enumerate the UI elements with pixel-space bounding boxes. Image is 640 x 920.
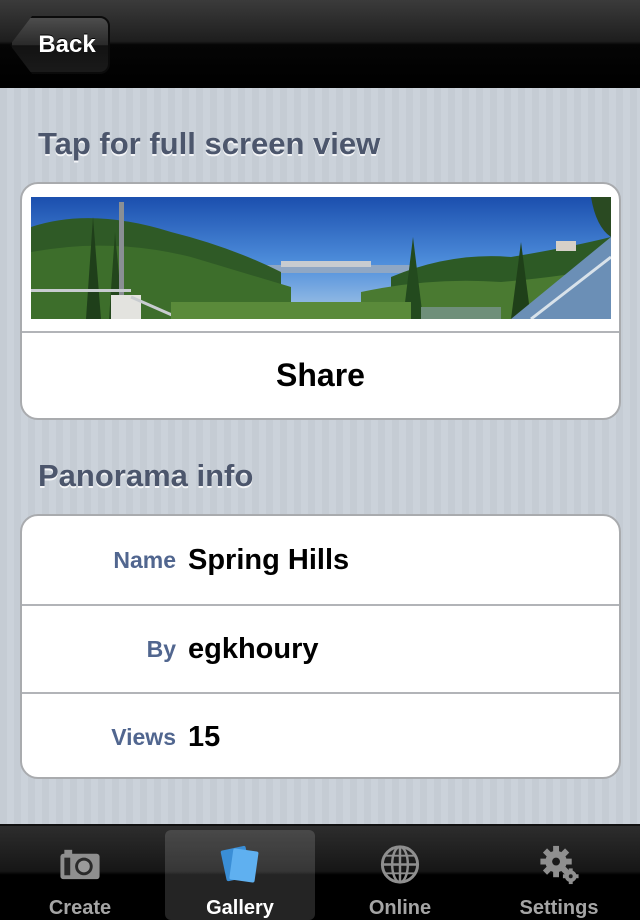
- section-header-info: Panorama info: [38, 458, 254, 493]
- info-value: egkhoury: [188, 632, 319, 665]
- info-value: 15: [188, 720, 221, 753]
- globe-icon: [380, 845, 420, 884]
- tab-settings[interactable]: Settings: [484, 830, 634, 920]
- gallery-icon: [220, 845, 259, 883]
- share-button[interactable]: Share: [22, 333, 619, 418]
- info-row-views: Views 15: [22, 692, 619, 777]
- section-header-fullscreen: Tap for full screen view: [38, 126, 381, 161]
- back-button[interactable]: Back: [10, 16, 110, 74]
- panorama-group: Share: [20, 182, 621, 420]
- tab-label: Online: [368, 897, 432, 919]
- panorama-image[interactable]: [30, 196, 611, 319]
- share-label: Share: [276, 357, 365, 393]
- tab-online[interactable]: Online: [325, 830, 475, 920]
- tab-gallery[interactable]: Gallery: [165, 830, 315, 920]
- info-row-name: Name Spring Hills: [22, 516, 619, 604]
- info-label: Views: [111, 723, 176, 750]
- panorama-info-group: Name Spring Hills By egkhoury Views 15: [20, 514, 621, 779]
- tab-create[interactable]: Create: [5, 830, 155, 920]
- info-row-by: By egkhoury: [22, 604, 619, 692]
- tab-label: Create: [48, 897, 112, 919]
- info-value: Spring Hills: [188, 543, 350, 576]
- navigation-bar: Back: [0, 0, 640, 88]
- tab-bar: Create Gallery Online Settings: [0, 824, 640, 920]
- back-button-label: Back: [38, 31, 96, 58]
- info-label: By: [146, 635, 176, 662]
- panorama-cell[interactable]: [22, 184, 619, 333]
- tab-label: Gallery: [206, 897, 274, 919]
- gear-icon: [540, 845, 579, 885]
- tab-label: Settings: [519, 897, 599, 919]
- info-label: Name: [113, 546, 176, 573]
- camera-icon: [60, 849, 100, 880]
